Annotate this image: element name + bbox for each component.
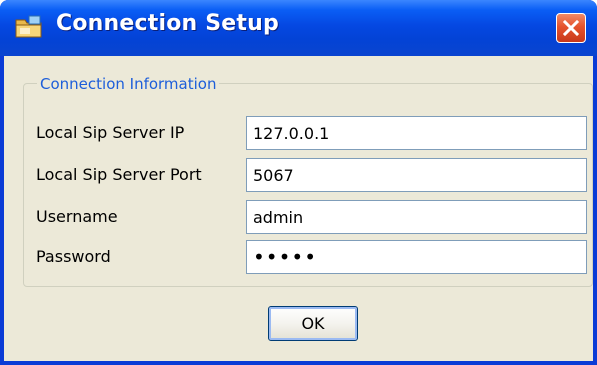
local-sip-server-port-input[interactable] <box>246 158 587 192</box>
username-label: Username <box>36 207 118 226</box>
close-button[interactable] <box>556 13 586 43</box>
password-input[interactable] <box>246 240 587 274</box>
title-bar[interactable]: Connection Setup <box>0 0 597 56</box>
password-label: Password <box>36 247 111 266</box>
group-legend: Connection Information <box>37 75 220 93</box>
connection-setup-dialog: Connection Setup Connection Information … <box>0 0 597 365</box>
local-sip-server-ip-label: Local Sip Server IP <box>36 123 185 142</box>
dialog-client-area: Connection Information Local Sip Server … <box>4 56 593 361</box>
close-icon <box>562 19 580 37</box>
local-sip-server-ip-input[interactable] <box>246 116 587 150</box>
local-sip-server-port-label: Local Sip Server Port <box>36 165 202 184</box>
connection-setup-icon <box>14 14 44 40</box>
window-title: Connection Setup <box>56 11 279 36</box>
username-input[interactable] <box>246 200 587 234</box>
ok-button[interactable]: OK <box>268 306 358 341</box>
